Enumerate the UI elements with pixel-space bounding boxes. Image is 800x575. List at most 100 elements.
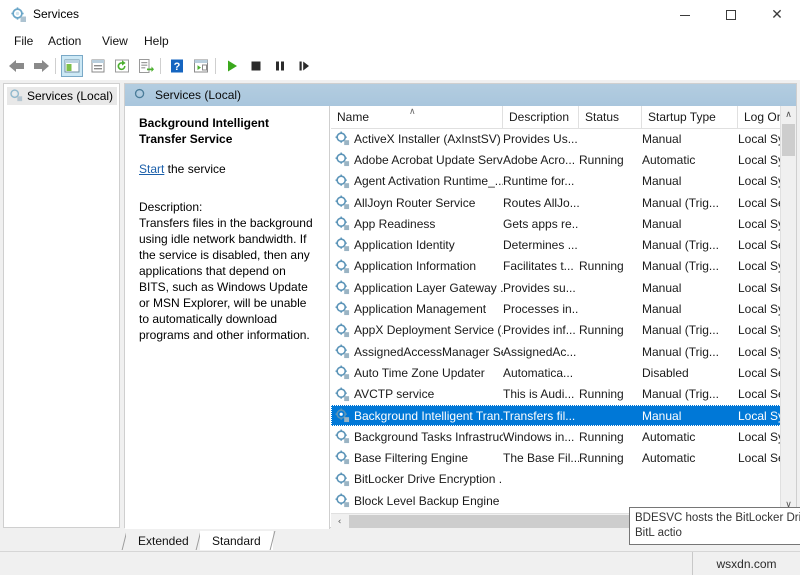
properties-button[interactable] [87, 55, 109, 77]
menu-item-file[interactable]: File [8, 33, 39, 52]
menu-item-help[interactable]: Help [138, 33, 175, 52]
cell-name: ActiveX Installer (AxInstSV) [331, 128, 503, 149]
detail-description-label: Description: [139, 199, 319, 215]
pane-header-label: Services (Local) [155, 88, 241, 102]
stop-service-button[interactable] [245, 55, 267, 77]
table-row[interactable]: Application IdentityDetermines ...Manual… [331, 234, 796, 255]
pause-service-button[interactable] [269, 55, 291, 77]
table-row[interactable]: Base Filtering EngineThe Base Fil...Runn… [331, 447, 796, 468]
cell-status [579, 277, 642, 298]
restart-service-icon [297, 59, 311, 73]
back-button[interactable] [6, 55, 28, 77]
cell-name: Base Filtering Engine [331, 447, 503, 468]
cell-description [503, 469, 579, 490]
cell-startup: Automatic [642, 426, 738, 447]
status-bar: wsxdn.com [0, 551, 800, 575]
tree-item-label: Services (Local) [27, 89, 113, 103]
cell-startup: Manual [642, 405, 738, 426]
cell-description [503, 490, 579, 511]
table-row[interactable]: Agent Activation Runtime_...Runtime for.… [331, 171, 796, 192]
table-row[interactable]: Application ManagementProcesses in...Man… [331, 298, 796, 319]
new-window-icon [193, 58, 209, 74]
cell-description: Adobe Acro... [503, 149, 579, 170]
toolbar-separator-3 [215, 58, 216, 74]
svg-text:?: ? [174, 61, 181, 73]
site-watermark: wsxdn.com [692, 552, 800, 575]
cell-status [579, 128, 642, 149]
vertical-scrollbar[interactable]: ∧ ∨ [780, 106, 796, 513]
cell-status [579, 469, 642, 490]
minimize-icon [680, 15, 690, 16]
cell-status [579, 234, 642, 255]
vertical-scroll-thumb[interactable] [782, 124, 795, 156]
cell-description: Transfers fil... [503, 405, 579, 426]
cell-status [579, 192, 642, 213]
column-header-name[interactable]: Name ∧ [331, 106, 503, 128]
properties-icon [90, 58, 106, 74]
table-row[interactable]: Adobe Acrobat Update Serv...Adobe Acro..… [331, 149, 796, 170]
cell-description: Determines ... [503, 234, 579, 255]
cell-name: AllJoyn Router Service [331, 192, 503, 213]
maximize-button[interactable] [708, 0, 754, 30]
tab-standard[interactable]: Standard [200, 531, 273, 550]
details-pane: Services (Local) Background Intelligent … [124, 83, 797, 528]
export-list-icon [138, 58, 154, 74]
scroll-up-button[interactable]: ∧ [781, 106, 796, 123]
detail-action-line: Start the service [139, 161, 319, 177]
cell-startup: Manual (Trig... [642, 384, 738, 405]
cell-status: Running [579, 320, 642, 341]
cell-name: AssignedAccessManager Se... [331, 341, 503, 362]
show-hide-tree-button[interactable] [61, 55, 83, 77]
column-header-description[interactable]: Description [503, 106, 579, 128]
help-button[interactable]: ? [166, 55, 188, 77]
menu-item-view[interactable]: View [96, 33, 134, 52]
start-service-icon [225, 59, 239, 73]
scroll-left-button[interactable]: ‹ [331, 514, 348, 529]
column-header-status[interactable]: Status [579, 106, 642, 128]
detail-service-title: Background Intelligent Transfer Service [139, 115, 319, 147]
close-button[interactable]: ✕ [754, 0, 800, 30]
cell-name: Application Management [331, 298, 503, 319]
cell-startup: Manual [642, 277, 738, 298]
table-row[interactable]: AllJoyn Router ServiceRoutes AllJo... Man… [331, 192, 796, 213]
table-row[interactable]: Background Intelligent Tran...Transfers … [331, 405, 796, 426]
table-row[interactable]: AVCTP serviceThis is Audi...RunningManua… [331, 384, 796, 405]
table-row[interactable]: AppX Deployment Service (...Provides inf… [331, 320, 796, 341]
table-row[interactable]: Application InformationFacilitates t...R… [331, 256, 796, 277]
export-list-button[interactable] [135, 55, 157, 77]
cell-startup: Manual [642, 171, 738, 192]
cell-status: Running [579, 149, 642, 170]
table-row[interactable]: Auto Time Zone UpdaterAutomatica...Disab… [331, 362, 796, 383]
forward-button[interactable] [30, 55, 52, 77]
table-row[interactable]: ActiveX Installer (AxInstSV)Provides Us.… [331, 128, 796, 149]
stop-service-icon [249, 59, 263, 73]
start-service-link[interactable]: Start [139, 162, 164, 176]
cell-startup: Manual (Trig... [642, 192, 738, 213]
table-row[interactable]: BitLocker Drive Encryption ... [331, 469, 796, 490]
detail-description-body: Transfers files in the background using … [139, 215, 319, 343]
cell-description: Processes in... [503, 298, 579, 319]
help-icon: ? [169, 58, 185, 74]
minimize-button[interactable] [662, 0, 708, 30]
new-window-button[interactable] [190, 55, 212, 77]
services-window: Services ✕ File Action View Help [0, 0, 800, 575]
cell-name: Block Level Backup Engine ... [331, 490, 503, 511]
cell-status [579, 362, 642, 383]
table-row[interactable]: Application Layer Gateway ...Provides su… [331, 277, 796, 298]
cell-description: Routes AllJo... [503, 192, 579, 213]
back-arrow-icon [8, 58, 26, 74]
restart-service-button[interactable] [293, 55, 315, 77]
refresh-button[interactable] [111, 55, 133, 77]
tab-extended[interactable]: Extended [126, 531, 201, 550]
cell-description: The Base Fil... [503, 447, 579, 468]
cell-startup: Disabled [642, 362, 738, 383]
column-header-startup[interactable]: Startup Type [642, 106, 738, 128]
tree-item-services-local[interactable]: Services (Local) [7, 87, 117, 105]
cell-name: AppX Deployment Service (... [331, 320, 503, 341]
start-service-button[interactable] [221, 55, 243, 77]
table-row[interactable]: Background Tasks Infrastruc...Windows in… [331, 426, 796, 447]
table-row[interactable]: App ReadinessGets apps re...ManualLocal … [331, 213, 796, 234]
menu-item-action[interactable]: Action [42, 33, 87, 52]
cell-status [579, 213, 642, 234]
table-row[interactable]: AssignedAccessManager Se...AssignedAc...… [331, 341, 796, 362]
